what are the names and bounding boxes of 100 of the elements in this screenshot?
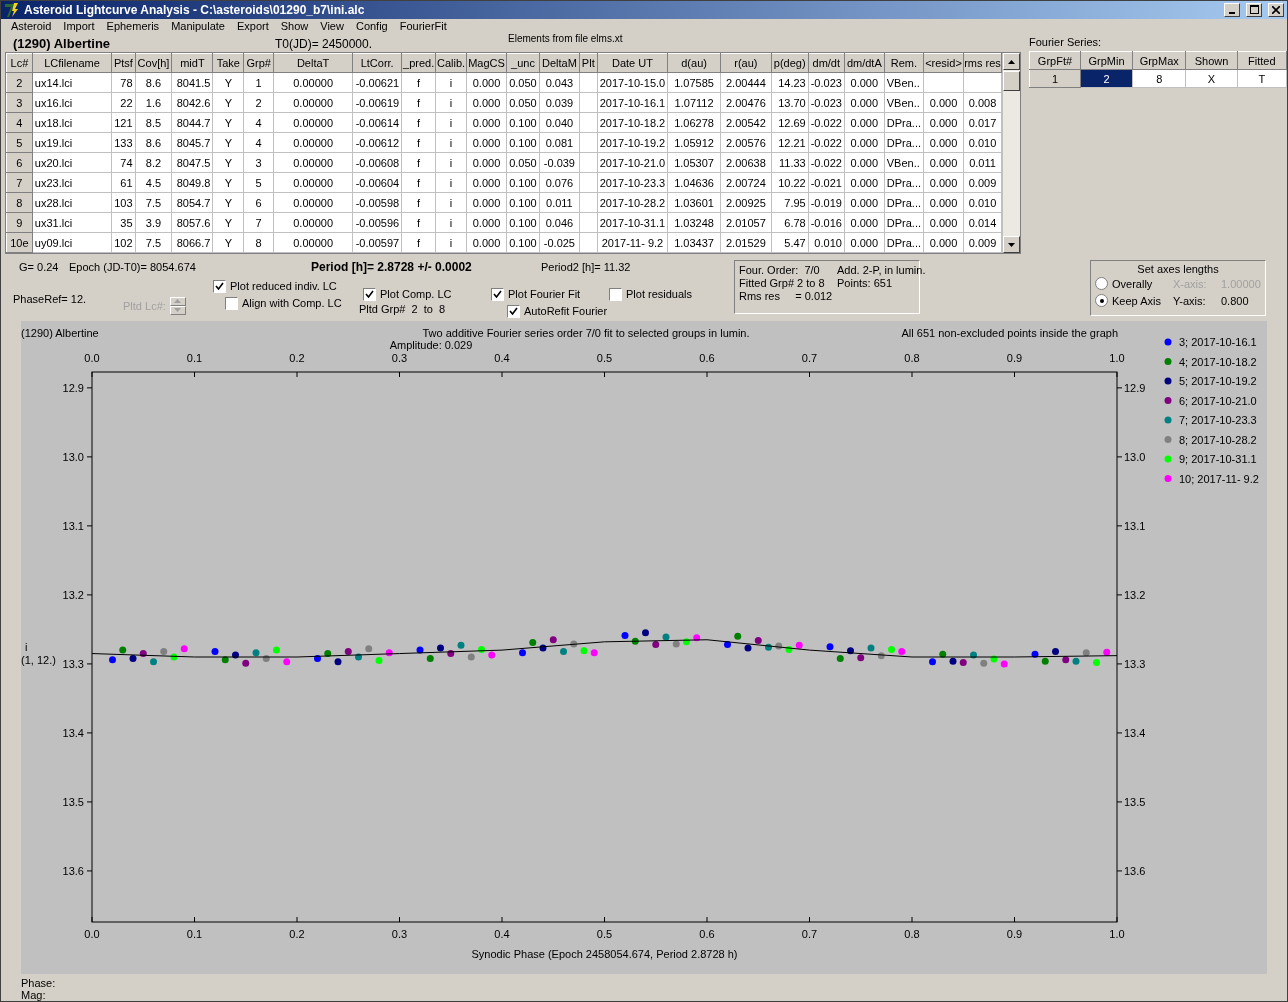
column-header[interactable]: p(deg) [771, 53, 809, 73]
row-header[interactable]: 10e [6, 232, 33, 253]
column-header[interactable]: LCfilename [32, 53, 112, 73]
spin-button[interactable] [169, 296, 186, 315]
tick-label: 13.5 [62, 795, 84, 808]
menu-item[interactable]: Manipulate [165, 19, 231, 32]
table-cell: 0.000 [923, 112, 964, 133]
table-cell: 121 [111, 112, 136, 133]
column-header[interactable]: DeltaT [273, 53, 353, 73]
table-cell: 0.00000 [273, 192, 353, 213]
menu-item[interactable]: Config [349, 19, 394, 32]
chart-title: Two additive Fourier series order 7/0 fit to selected groups in lumin. [422, 327, 750, 339]
column-header[interactable]: MagCS [466, 53, 507, 73]
table-cell: 10.22 [771, 172, 809, 193]
table-cell: 8044.7 [171, 112, 213, 133]
tick-label: 13.2 [62, 588, 84, 601]
column-header[interactable]: rms res [963, 53, 1002, 73]
column-header[interactable]: dm/dt [808, 53, 845, 73]
column-header[interactable]: GrpMin [1080, 51, 1133, 70]
column-header[interactable]: _unc [506, 53, 540, 73]
maximize-button[interactable] [1246, 2, 1262, 17]
column-header[interactable]: Rem. [884, 53, 924, 73]
checkbox[interactable]: Plot residuals [609, 286, 719, 302]
column-header[interactable]: _pred. [401, 53, 436, 73]
close-button[interactable] [1268, 2, 1284, 17]
legend-label: 3; 2017-10-16.1 [1179, 336, 1257, 348]
scroll-up-button[interactable] [1003, 53, 1020, 70]
menu-item[interactable]: Import [57, 19, 101, 32]
table-cell: DPra... [884, 212, 924, 233]
column-header[interactable]: Fitted [1237, 51, 1287, 70]
column-header[interactable]: r(au) [720, 53, 772, 73]
column-header[interactable]: dm/dtA [844, 53, 885, 73]
table-cell: i [435, 72, 467, 93]
table-cell: 8042.6 [171, 92, 213, 113]
row-header[interactable]: 4 [6, 112, 33, 133]
table-cell: 0.000 [466, 112, 507, 133]
tick-label: 0.6 [699, 352, 715, 364]
legend-label: 5; 2017-10-19.2 [1179, 375, 1257, 387]
column-header[interactable]: Grp# [243, 53, 274, 73]
row-header[interactable]: 3 [6, 92, 33, 113]
tick-label: 13.1 [1124, 519, 1146, 532]
column-header[interactable]: DeltaM [539, 53, 580, 73]
row-header[interactable]: 7 [6, 172, 33, 193]
row-header[interactable]: 8 [6, 192, 33, 213]
menu-item[interactable]: Export [230, 19, 275, 32]
data-point [109, 656, 116, 664]
row-header[interactable]: 6 [6, 152, 33, 173]
data-point [365, 645, 373, 653]
app-logo-icon [4, 1, 20, 18]
column-header[interactable]: Take [212, 53, 244, 73]
down-arrow-icon [174, 308, 182, 312]
column-header[interactable]: Shown [1185, 51, 1238, 70]
menu-item[interactable]: Ephemeris [100, 19, 166, 32]
table-cell: 0.081 [539, 132, 580, 153]
menu-item[interactable]: View [314, 19, 350, 32]
data-point [970, 651, 977, 659]
table-cell: i [435, 212, 467, 233]
menu-item[interactable]: FourierFit [393, 19, 453, 32]
column-header[interactable]: GrpFt# [1029, 51, 1081, 70]
close-icon [1272, 5, 1280, 14]
checkbox[interactable]: AutoRefit Fourier [507, 303, 609, 319]
checkbox[interactable]: Plot Comp. LC [363, 286, 491, 302]
radio-label[interactable]: Keep Axis [1112, 294, 1161, 307]
column-header[interactable]: Lc# [6, 53, 33, 73]
table-cell: f [401, 192, 436, 213]
table-cell: ux20.lci [32, 152, 112, 173]
data-point [1031, 650, 1039, 658]
chart-note: All 651 non-excluded points inside the graph [901, 327, 1118, 339]
column-header[interactable]: LtCorr. [352, 53, 402, 73]
tick-label: 0.8 [904, 928, 920, 940]
checkbox[interactable]: Plot Fourier Fit [491, 286, 609, 302]
column-header[interactable]: <resid> [923, 53, 964, 73]
row-header[interactable]: 2 [6, 72, 33, 93]
minimize-button[interactable] [1224, 2, 1240, 17]
column-header[interactable]: midT [171, 53, 213, 73]
check-icon [365, 289, 374, 299]
radio-button[interactable] [1095, 277, 1108, 290]
table-cell: 102 [111, 232, 136, 253]
column-header[interactable]: Ptsf [111, 53, 136, 73]
row-header[interactable]: 9 [6, 212, 33, 233]
scroll-down-button[interactable] [1003, 236, 1020, 253]
menu-item[interactable]: Show [274, 19, 315, 32]
column-header[interactable]: GrpMax [1132, 51, 1186, 70]
radio-label[interactable]: Overally [1112, 277, 1153, 290]
radio-button[interactable] [1095, 294, 1108, 307]
column-header[interactable]: Cov[h] [135, 53, 172, 73]
checkbox[interactable]: Plot reduced indiv. LC [213, 278, 363, 294]
table-cell: 2.01529 [720, 232, 772, 253]
table-cell: 0.000 [923, 132, 964, 153]
column-header[interactable]: Date UT [597, 53, 668, 73]
scrollbar[interactable] [1002, 53, 1020, 253]
menu-item[interactable]: Asteroid [5, 19, 58, 32]
scrollbar-thumb[interactable] [1003, 71, 1020, 91]
column-header[interactable]: d(au) [667, 53, 721, 73]
row-header[interactable]: 5 [6, 132, 33, 153]
column-header[interactable]: Calib. [435, 53, 467, 73]
table-cell: 3.9 [135, 212, 172, 233]
table-cell: 0.00000 [273, 72, 353, 93]
table-cell: 7.5 [135, 232, 172, 253]
table-cell: -0.00604 [352, 172, 402, 193]
